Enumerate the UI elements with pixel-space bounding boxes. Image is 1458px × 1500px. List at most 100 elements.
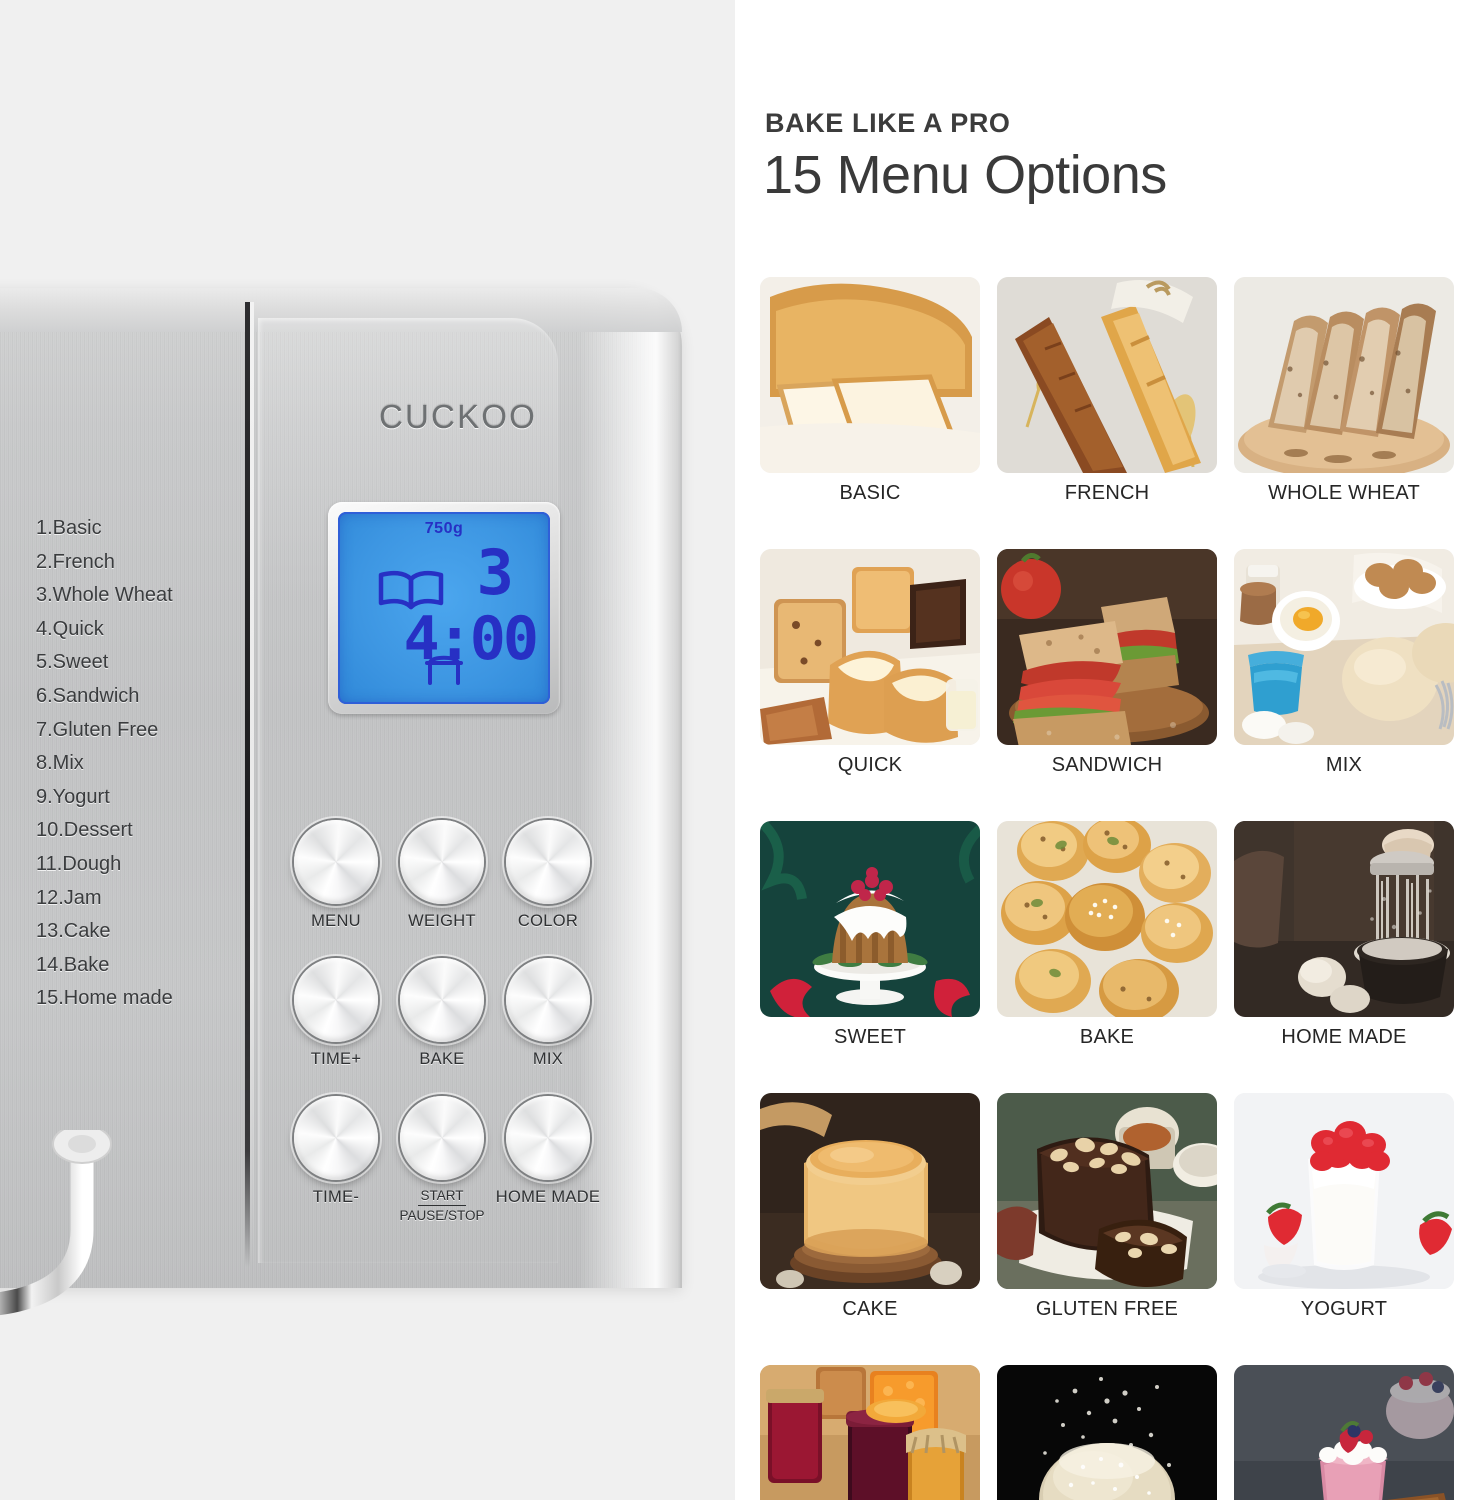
button-color-label: COLOR	[517, 912, 579, 930]
menu-tile-home-made[interactable]: HOME MADE	[1234, 821, 1454, 1049]
floured-dough-ball-image	[997, 1365, 1217, 1500]
pink-mousse-desserts-image	[1234, 1365, 1454, 1500]
button-home-made[interactable]: HOME MADE	[495, 1096, 601, 1207]
menu-tile-sandwich[interactable]: SANDWICH	[997, 549, 1217, 777]
menu-list-item: 5.Sweet	[36, 651, 109, 674]
button-time-minus[interactable]: TIME-	[283, 1096, 389, 1207]
menu-list-item: 14.Bake	[36, 953, 110, 976]
menu-tile-french-label: FRENCH	[1064, 482, 1150, 504]
jam-jars-berries-image	[760, 1365, 980, 1500]
button-bake-label: BAKE	[419, 1050, 465, 1068]
lcd-screen: 750g 3 4:00	[338, 512, 550, 704]
menu-list-item: 6.Sandwich	[36, 684, 140, 707]
pause-stop-word: PAUSE/STOP	[399, 1208, 485, 1223]
menu-tile-mix-label: MIX	[1325, 754, 1363, 776]
button-time-plus-label: TIME+	[310, 1050, 362, 1068]
chrome-handle	[0, 1124, 182, 1365]
button-time-plus[interactable]: TIME+	[283, 958, 389, 1069]
seeded-rolls-image	[997, 821, 1217, 1017]
strawberry-yogurt-jar-image	[1234, 1093, 1454, 1289]
menu-list-item: 10.Dessert	[36, 819, 133, 842]
button-menu-label: MENU	[311, 912, 361, 930]
program-menu-list: 1.Basic 2.French 3.Whole Wheat 4.Quick 5…	[36, 512, 246, 1016]
eyebrow-text: BAKE LIKE A PRO	[765, 108, 1011, 138]
menu-tile-cake-label: CAKE	[842, 1298, 898, 1320]
menu-tile-home-made-label: HOME MADE	[1281, 1026, 1407, 1048]
knob-start-pause-stop[interactable]	[400, 1096, 484, 1180]
menu-list-item: 1.Basic	[36, 517, 102, 539]
menu-tile-mix[interactable]: MIX	[1234, 549, 1454, 777]
menu-list-item: 9.Yogurt	[36, 785, 110, 808]
button-mix[interactable]: MIX	[495, 958, 601, 1069]
button-time-minus-label: TIME-	[312, 1188, 360, 1206]
menu-tile-quick-label: QUICK	[837, 754, 903, 776]
eggs-dough-ingredients-image	[1234, 549, 1454, 745]
button-start-pause-stop[interactable]: START PAUSE/STOP	[389, 1096, 495, 1224]
menu-tile-basic-label: BASIC	[839, 482, 901, 504]
lcd-weight-value: 750g	[424, 520, 464, 537]
lcd-bezel: 750g 3 4:00	[328, 502, 560, 714]
start-word: START	[418, 1188, 466, 1206]
menu-tile-basic[interactable]: BASIC	[760, 277, 980, 505]
baguettes-wheat-image	[997, 277, 1217, 473]
menu-tile-yogurt[interactable]: YOGURT	[1234, 1093, 1454, 1321]
brand-logo: CUCKOO	[378, 398, 538, 435]
menu-list-item: 12.Jam	[36, 886, 102, 909]
button-menu[interactable]: MENU	[283, 820, 389, 931]
round-sponge-cake-image	[760, 1093, 980, 1289]
menu-tile-dessert[interactable]: DESSERT	[1234, 1365, 1454, 1500]
menu-tile-bake[interactable]: BAKE	[997, 821, 1217, 1049]
button-color[interactable]: COLOR	[495, 820, 601, 931]
menu-tile-bake-label: BAKE	[1079, 1026, 1135, 1048]
menu-tile-quick[interactable]: QUICK	[760, 549, 980, 777]
menu-list-item: 13.Cake	[36, 920, 111, 943]
menu-list-item: 4.Quick	[36, 617, 104, 640]
quick-breads-brownie-image	[760, 549, 980, 745]
menu-tile-jam[interactable]: JAM	[760, 1365, 980, 1500]
button-weight-label: WEIGHT	[408, 912, 476, 930]
menu-tile-dough[interactable]: DOUGH	[997, 1365, 1217, 1500]
menu-tile-sweet[interactable]: SWEET	[760, 821, 980, 1049]
menu-tile-french[interactable]: FRENCH	[997, 277, 1217, 505]
white-loaf-slices-image	[760, 277, 980, 473]
knob-home-made[interactable]	[506, 1096, 590, 1180]
menu-options-grid: BASIC FRENCH WHOLE WHEAT QUICK SANDWICH …	[760, 277, 1455, 1500]
knob-time-minus[interactable]	[294, 1096, 378, 1180]
menu-list-item: 2.French	[36, 550, 115, 573]
button-weight[interactable]: WEIGHT	[389, 820, 495, 931]
product-marketing-image: CUCKOO 1.Basic 2.French 3.Whole Wheat 4.…	[0, 0, 1458, 1500]
button-mix-label: MIX	[532, 1050, 564, 1068]
ham-sandwich-board-image	[997, 549, 1217, 745]
chocolate-nut-loaf-image	[997, 1093, 1217, 1289]
menu-tile-yogurt-label: YOGURT	[1300, 1298, 1388, 1320]
menu-tile-whole-wheat-label: WHOLE WHEAT	[1268, 482, 1420, 504]
menu-tile-gluten-free-label: GLUTEN FREE	[1035, 1298, 1179, 1320]
menu-list-item: 15.Home made	[36, 987, 173, 1010]
product-photo-pane: CUCKOO 1.Basic 2.French 3.Whole Wheat 4.…	[0, 0, 735, 1500]
menu-list-item: 11.Dough	[36, 852, 122, 875]
menu-options-pane: BAKE LIKE A PRO 15 Menu Options BASIC FR…	[735, 0, 1458, 1500]
button-start-pause-stop-label: START PAUSE/STOP	[389, 1188, 495, 1224]
knob-weight[interactable]	[400, 820, 484, 904]
knob-bake[interactable]	[400, 958, 484, 1042]
menu-list-item: 7.Gluten Free	[36, 718, 159, 741]
button-bake[interactable]: BAKE	[389, 958, 495, 1069]
wholewheat-slices-board-image	[1234, 277, 1454, 473]
button-home-made-label: HOME MADE	[495, 1188, 601, 1206]
menu-tile-whole-wheat[interactable]: WHOLE WHEAT	[1234, 277, 1454, 505]
knob-time-plus[interactable]	[294, 958, 378, 1042]
menu-list-item: 8.Mix	[36, 752, 84, 775]
control-button-grid: MENU WEIGHT COLOR TIME+ BAKE MIX TIME- S…	[283, 820, 601, 1240]
bread-pan-icon	[424, 651, 464, 690]
panel-seam-highlight	[250, 302, 254, 1267]
menu-list-item: 3.Whole Wheat	[36, 584, 173, 607]
knob-color[interactable]	[506, 820, 590, 904]
knob-menu[interactable]	[294, 820, 378, 904]
menu-tile-sweet-label: SWEET	[833, 1026, 907, 1048]
knob-mix[interactable]	[506, 958, 590, 1042]
sifting-flour-dark-image	[1234, 821, 1454, 1017]
bundt-cake-green-image	[760, 821, 980, 1017]
menu-tile-cake[interactable]: CAKE	[760, 1093, 980, 1321]
lcd-program-number: 3	[476, 536, 514, 609]
menu-tile-gluten-free[interactable]: GLUTEN FREE	[997, 1093, 1217, 1321]
